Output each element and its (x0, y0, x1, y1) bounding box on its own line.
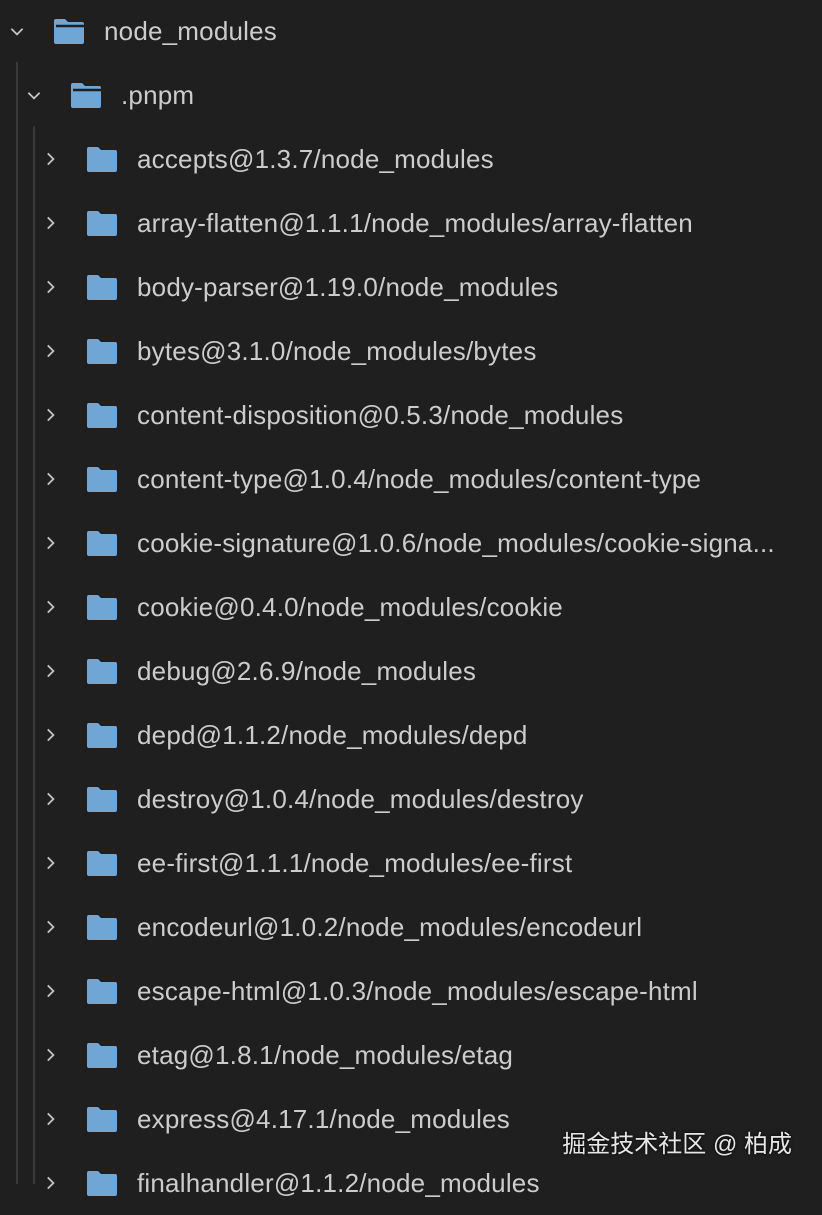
tree-item-label: destroy@1.0.4/node_modules/destroy (137, 783, 584, 814)
tree-item-label: content-type@1.0.4/node_modules/content-… (137, 463, 702, 494)
chevron-right-icon[interactable] (39, 276, 61, 298)
folder-icon (85, 145, 119, 173)
watermark: 掘金技术社区 @ 柏成 (562, 1131, 792, 1158)
folder-icon (85, 721, 119, 749)
folder-icon (85, 337, 119, 365)
tree-item[interactable]: cookie-signature@1.0.6/node_modules/cook… (0, 511, 822, 575)
chevron-right-icon[interactable] (39, 916, 61, 938)
chevron-right-icon[interactable] (39, 1172, 61, 1194)
tree-item[interactable]: accepts@1.3.7/node_modules (0, 127, 822, 191)
folder-icon (85, 1041, 119, 1069)
chevron-right-icon[interactable] (39, 212, 61, 234)
tree-item[interactable]: destroy@1.0.4/node_modules/destroy (0, 767, 822, 831)
chevron-right-icon[interactable] (39, 532, 61, 554)
tree-item[interactable]: finalhandler@1.1.2/node_modules (0, 1151, 822, 1215)
folder-icon (85, 273, 119, 301)
chevron-right-icon[interactable] (39, 788, 61, 810)
chevron-right-icon[interactable] (39, 148, 61, 170)
tree-item-label: encodeurl@1.0.2/node_modules/encodeurl (137, 911, 643, 942)
tree-item[interactable]: content-type@1.0.4/node_modules/content-… (0, 447, 822, 511)
folder-icon (85, 657, 119, 685)
folder-icon (85, 401, 119, 429)
tree-item[interactable]: body-parser@1.19.0/node_modules (0, 255, 822, 319)
tree-item[interactable]: escape-html@1.0.3/node_modules/escape-ht… (0, 959, 822, 1023)
chevron-right-icon[interactable] (39, 852, 61, 874)
folder-icon (85, 977, 119, 1005)
tree-item-label: cookie-signature@1.0.6/node_modules/cook… (137, 527, 775, 558)
chevron-right-icon[interactable] (39, 660, 61, 682)
tree-item-label: cookie@0.4.0/node_modules/cookie (137, 591, 563, 622)
folder-icon (85, 529, 119, 557)
tree-item-label: express@4.17.1/node_modules (137, 1103, 510, 1134)
chevron-right-icon[interactable] (39, 468, 61, 490)
tree-item-pnpm[interactable]: .pnpm (0, 63, 822, 127)
tree-item-node-modules[interactable]: node_modules (0, 0, 822, 63)
folder-icon (85, 1169, 119, 1197)
tree-item[interactable]: depd@1.1.2/node_modules/depd (0, 703, 822, 767)
tree-item-label: body-parser@1.19.0/node_modules (137, 271, 559, 302)
folder-icon (85, 849, 119, 877)
tree-item[interactable]: bytes@3.1.0/node_modules/bytes (0, 319, 822, 383)
folder-open-icon (52, 17, 86, 45)
tree-item-label: finalhandler@1.1.2/node_modules (137, 1167, 540, 1198)
chevron-right-icon[interactable] (39, 596, 61, 618)
tree-item-label: .pnpm (121, 79, 195, 110)
tree-item-label: content-disposition@0.5.3/node_modules (137, 399, 624, 430)
tree-item[interactable]: cookie@0.4.0/node_modules/cookie (0, 575, 822, 639)
tree-item-label: array-flatten@1.1.1/node_modules/array-f… (137, 207, 693, 238)
folder-icon (85, 913, 119, 941)
chevron-right-icon[interactable] (39, 1044, 61, 1066)
tree-item[interactable]: content-disposition@0.5.3/node_modules (0, 383, 822, 447)
folder-icon (85, 593, 119, 621)
tree-item[interactable]: ee-first@1.1.1/node_modules/ee-first (0, 831, 822, 895)
tree-item-label: escape-html@1.0.3/node_modules/escape-ht… (137, 975, 698, 1006)
tree-item[interactable]: debug@2.6.9/node_modules (0, 639, 822, 703)
tree-item-label: etag@1.8.1/node_modules/etag (137, 1039, 514, 1070)
chevron-right-icon[interactable] (39, 404, 61, 426)
tree-item-label: debug@2.6.9/node_modules (137, 655, 477, 686)
folder-icon (85, 1105, 119, 1133)
tree-item-label: ee-first@1.1.1/node_modules/ee-first (137, 847, 573, 878)
chevron-down-icon[interactable] (23, 84, 45, 106)
folder-icon (85, 465, 119, 493)
chevron-right-icon[interactable] (39, 724, 61, 746)
chevron-right-icon[interactable] (39, 1108, 61, 1130)
tree-item-label: node_modules (104, 15, 277, 46)
folder-open-icon (69, 81, 103, 109)
folder-icon (85, 785, 119, 813)
tree-item[interactable]: array-flatten@1.1.1/node_modules/array-f… (0, 191, 822, 255)
chevron-right-icon[interactable] (39, 980, 61, 1002)
chevron-right-icon[interactable] (39, 340, 61, 362)
tree-item[interactable]: etag@1.8.1/node_modules/etag (0, 1023, 822, 1087)
chevron-down-icon[interactable] (6, 20, 28, 42)
tree-item-label: depd@1.1.2/node_modules/depd (137, 719, 528, 750)
tree-item[interactable]: encodeurl@1.0.2/node_modules/encodeurl (0, 895, 822, 959)
folder-icon (85, 209, 119, 237)
tree-item-label: accepts@1.3.7/node_modules (137, 143, 494, 174)
tree-item-label: bytes@3.1.0/node_modules/bytes (137, 335, 537, 366)
